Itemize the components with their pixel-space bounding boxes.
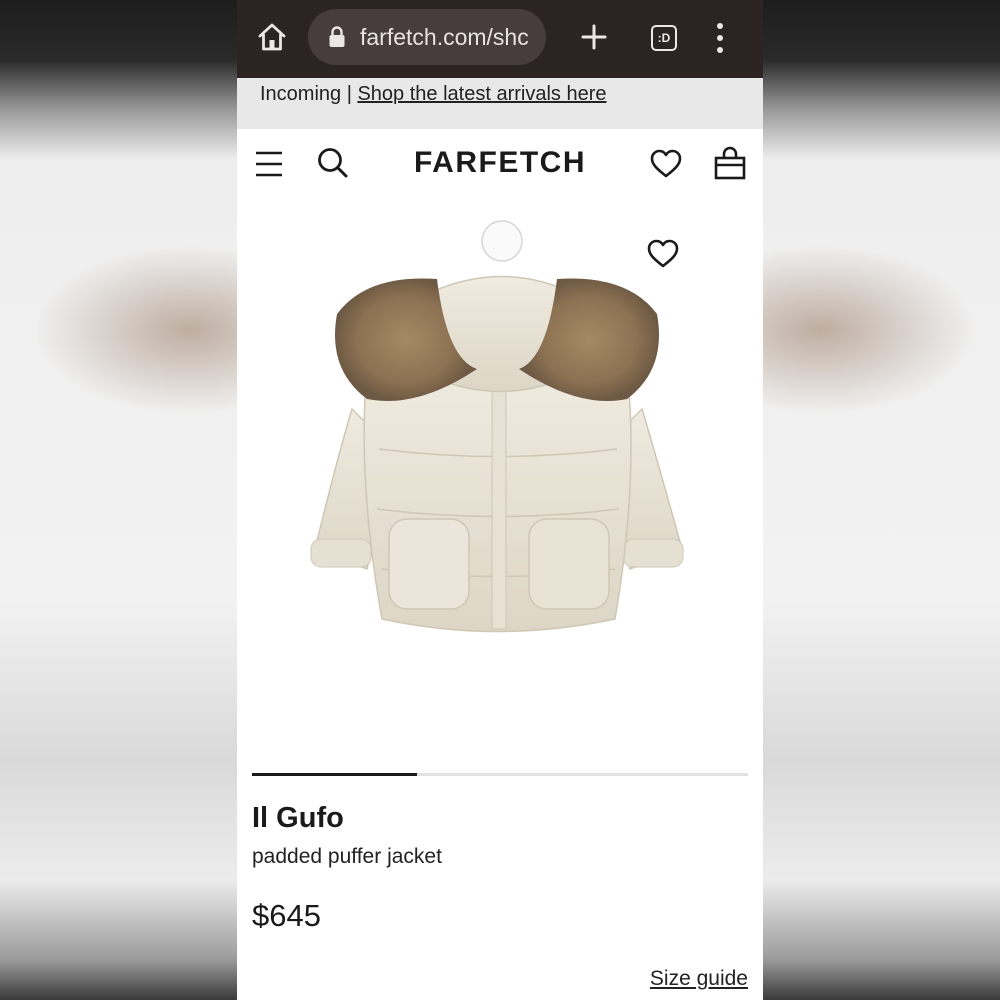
tab-switcher-icon[interactable]: :D <box>651 25 677 51</box>
shopping-bag-icon[interactable] <box>714 146 746 180</box>
lock-icon <box>329 26 345 47</box>
shop-latest-arrivals-link[interactable]: Shop the latest arrivals here <box>357 83 606 105</box>
more-options-icon[interactable] <box>715 22 725 54</box>
product-brand[interactable]: Il Gufo <box>252 802 344 835</box>
product-image-carousel[interactable] <box>237 199 763 769</box>
phone-screen: farfetch.com/shc :D Incoming | Shop the … <box>237 0 763 1000</box>
product-photo-puffer-jacket <box>310 220 684 633</box>
url-text: farfetch.com/shc <box>360 24 529 50</box>
image-carousel-progress <box>252 773 748 776</box>
carousel-active-indicator <box>252 773 418 776</box>
wishlist-heart-icon[interactable] <box>650 149 682 179</box>
promo-banner: Incoming | Shop the latest arrivals here <box>237 78 763 129</box>
new-tab-icon[interactable] <box>579 22 609 52</box>
size-guide-link[interactable]: Size guide <box>650 967 748 991</box>
farfetch-logo[interactable]: FARFETCH <box>237 146 763 180</box>
product-name: padded puffer jacket <box>252 845 442 868</box>
product-price: $645 <box>252 898 321 933</box>
browser-toolbar: farfetch.com/shc :D <box>237 0 763 78</box>
address-bar[interactable]: farfetch.com/shc <box>308 9 546 65</box>
site-header: FARFETCH <box>237 129 763 199</box>
banner-prefix: Incoming | <box>260 83 358 105</box>
home-icon[interactable] <box>257 22 287 52</box>
